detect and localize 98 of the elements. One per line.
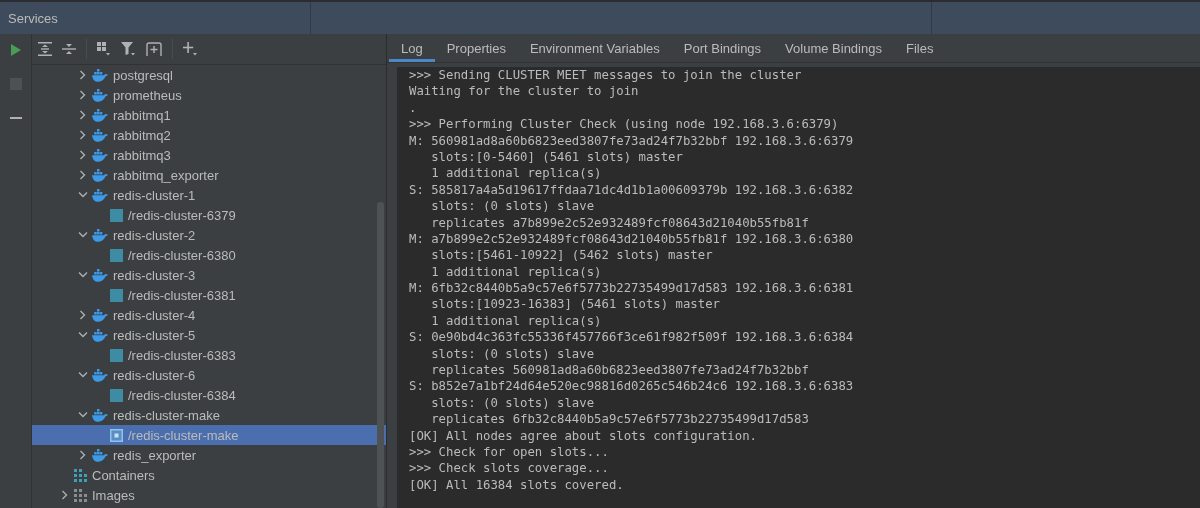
chevron-down-icon[interactable]: [78, 192, 88, 198]
log-line: slots: (0 slots) slave: [430, 345, 596, 363]
log-line: S: 0e90bd4c363fc55336f457766f3ce61f982f509f 192.168.3.6:6384: [409, 329, 855, 346]
tree-item-label[interactable]: prometheus: [113, 87, 182, 103]
chevron-right-icon[interactable]: [80, 310, 86, 320]
docker-whale-icon: [92, 148, 108, 162]
group-icon[interactable]: [97, 42, 111, 56]
tree-item-label[interactable]: rabbitmq_exporter: [113, 167, 219, 183]
chevron-down-icon[interactable]: [78, 272, 88, 278]
docker-whale-icon: [92, 128, 108, 142]
tab[interactable]: Port Bindings: [671, 34, 774, 62]
container-icon: [110, 428, 123, 442]
collapse-all-icon[interactable]: [62, 42, 76, 56]
log-line: 1 additional replica(s): [430, 312, 603, 330]
docker-whale-icon: [92, 308, 108, 322]
docker-whale-icon: [92, 88, 108, 102]
tree-item[interactable]: /redis-cluster-6379: [32, 205, 386, 225]
docker-whale-icon: [92, 408, 108, 422]
grid-icon: [74, 488, 87, 502]
log-line: replicates a7b899e2c52e932489fcf08643d21040b55fb81f: [430, 214, 810, 231]
log-line: S: 585817a4a5d19617ffdaa71dc4d1b1a00609379b 192.168.3.6:6382: [409, 181, 855, 199]
chevron-right-icon[interactable]: [80, 70, 86, 80]
tree-item-label[interactable]: redis-cluster-6: [113, 367, 196, 383]
container-icon: [110, 248, 123, 262]
log-line: S: b852e7a1bf24d64e520ec98816d0265c546b24c6 192.168.3.6:6383: [409, 378, 855, 395]
container-icon: [110, 288, 123, 302]
docker-whale-icon: [92, 68, 108, 82]
tree-item-label[interactable]: rabbitmq3: [113, 147, 171, 163]
log-line: slots:[0-5460] (5461 slots) master: [430, 148, 684, 166]
log-line: >>> Check slots coverage...: [409, 460, 610, 477]
log-line: slots: (0 slots) slave: [430, 394, 596, 412]
tree-item[interactable]: /redis-cluster-6384: [32, 385, 386, 405]
window-title: Services: [7, 10, 59, 26]
tree-item[interactable]: /redis-cluster-6381: [32, 285, 386, 305]
grid-icon: [74, 468, 87, 482]
log-line: M: 560981ad8a60b6823eed3807fe73ad24f7b32bbf 192.168.3.6:6379: [409, 132, 855, 149]
log-line: 1 additional replica(s): [430, 263, 603, 281]
chevron-down-icon[interactable]: [78, 412, 88, 418]
chevron-right-icon[interactable]: [62, 490, 68, 500]
log-line: slots: (0 slots) slave: [430, 198, 596, 215]
tree-item-label[interactable]: Containers: [92, 467, 155, 483]
log-line: slots:[5461-10922] (5462 slots) master: [430, 247, 714, 264]
tab[interactable]: Volume Bindings: [773, 34, 894, 62]
chevron-down-icon[interactable]: [78, 372, 88, 378]
tree-item-label[interactable]: redis_exporter: [113, 447, 197, 463]
chevron-right-icon[interactable]: [80, 110, 86, 120]
log-line: slots:[10923-16383] (5461 slots) master: [430, 296, 721, 313]
docker-whale-icon: [92, 448, 108, 462]
chevron-right-icon[interactable]: [80, 170, 86, 180]
log-line: >>> Check for open slots...: [409, 444, 610, 461]
chevron-right-icon[interactable]: [80, 90, 86, 100]
docker-whale-icon: [92, 108, 108, 122]
tree-item-label[interactable]: redis-cluster-make: [113, 407, 220, 423]
chevron-right-icon[interactable]: [80, 150, 86, 160]
chevron-right-icon[interactable]: [80, 130, 86, 140]
add-icon[interactable]: [183, 42, 198, 56]
docker-whale-icon: [92, 268, 108, 282]
log-line: >>> Sending CLUSTER MEET messages to join the cluster: [409, 67, 803, 84]
scrollbar[interactable]: [377, 202, 384, 508]
tree-item-label[interactable]: rabbitmq1: [113, 107, 171, 123]
tree-item[interactable]: /redis-cluster-6380: [32, 245, 386, 265]
docker-whale-icon: [92, 228, 108, 242]
container-icon: [110, 348, 123, 362]
tree-item-label[interactable]: redis-cluster-4: [113, 307, 196, 323]
chevron-right-icon[interactable]: [80, 450, 86, 460]
container-icon: [110, 208, 123, 222]
log-line: replicates 560981ad8a60b6823eed3807fe73ad24f7b32bbf: [430, 362, 810, 379]
tree-item[interactable]: /redis-cluster-6383: [32, 345, 386, 365]
tab[interactable]: Files: [893, 34, 946, 62]
tree-item-label[interactable]: redis-cluster-5: [113, 327, 196, 343]
tree-item-label[interactable]: Images: [92, 487, 135, 503]
minus-icon[interactable]: [9, 117, 22, 119]
docker-whale-icon: [92, 188, 108, 202]
log-line: [OK] All 16384 slots covered.: [409, 476, 625, 494]
filter-icon[interactable]: [121, 42, 136, 56]
docker-whale-icon: [92, 168, 108, 182]
log-line: Waiting for the cluster to join: [409, 83, 640, 100]
tab[interactable]: Environment Variables: [517, 34, 672, 62]
tree-item-label[interactable]: postgresql: [113, 67, 173, 83]
container-icon: [110, 388, 123, 402]
log-line: >>> Performing Cluster Check (using node 192.168.3.6:6379): [409, 116, 840, 133]
tab[interactable]: Properties: [434, 34, 518, 62]
expand-all-icon[interactable]: [38, 42, 52, 56]
log-line: replicates 6fb32c8440b5a9c57e6f5773b22735499d17d583: [430, 411, 810, 428]
docker-whale-icon: [92, 328, 108, 342]
tree-item-label[interactable]: redis-cluster-2: [113, 227, 196, 243]
log-line: .: [409, 99, 418, 117]
tree-item-label[interactable]: redis-cluster-3: [113, 267, 196, 283]
tree-item-label[interactable]: redis-cluster-1: [113, 187, 196, 203]
chevron-down-icon[interactable]: [78, 332, 88, 338]
log-line: 1 additional replica(s): [430, 165, 603, 182]
add-frame-icon[interactable]: [146, 42, 162, 56]
tree-item-label[interactable]: rabbitmq2: [113, 127, 171, 143]
log-line: [OK] All nodes agree about slots configuration.: [409, 427, 758, 444]
log-line: M: 6fb32c8440b5a9c57e6f5773b22735499d17d583 192.168.3.6:6381: [409, 280, 855, 297]
docker-whale-icon: [92, 368, 108, 382]
chevron-down-icon[interactable]: [78, 232, 88, 238]
log-line: M: a7b899e2c52e932489fcf08643d21040b55fb81f 192.168.3.6:6380: [409, 230, 855, 248]
